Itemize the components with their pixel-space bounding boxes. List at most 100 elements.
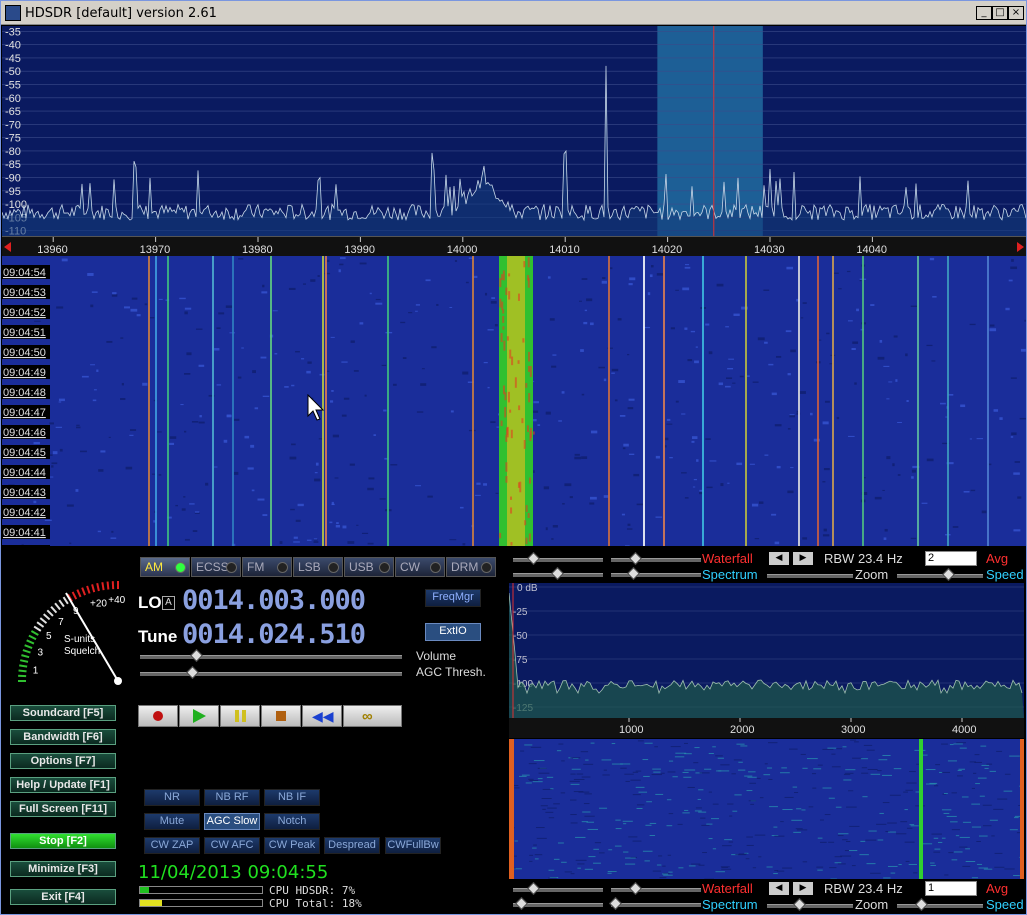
af-slider-2[interactable] (611, 558, 701, 562)
agc-threshold-label: AGC Thresh. (416, 665, 486, 679)
db-label: -85 (5, 159, 21, 171)
squelch-label: Squelch (64, 646, 100, 657)
af-b-left-arrow-icon[interactable]: ◀ (769, 882, 789, 895)
af-zoom-slider[interactable] (767, 574, 853, 578)
volume-thumb[interactable] (190, 649, 203, 662)
smeter-scale-label: 7 (58, 617, 64, 628)
mode-ecss-button[interactable]: ECSS (191, 557, 241, 577)
mode-lsb-button[interactable]: LSB (293, 557, 343, 577)
af-slider-4[interactable] (611, 573, 701, 577)
side-button-exit[interactable]: Exit [F4] (10, 889, 116, 905)
mode-led-icon (379, 562, 390, 573)
mode-cw-button[interactable]: CW (395, 557, 445, 577)
agc-threshold-thumb[interactable] (186, 666, 199, 679)
pause-button[interactable] (220, 705, 260, 727)
agc-threshold-slider[interactable] (140, 672, 402, 676)
rf-waterfall[interactable]: 09:04:54 09:04:53 09:04:52 09:04:51 09:04:50… (2, 256, 1026, 546)
af-b-thumb-4[interactable] (609, 897, 622, 910)
af-right-arrow-icon[interactable]: ▶ (793, 552, 813, 565)
play-button[interactable] (179, 705, 219, 727)
dsp-despread-button[interactable]: Despread (324, 837, 380, 854)
af-thumb-3[interactable] (551, 567, 564, 580)
lo-a-badge[interactable]: A (162, 596, 175, 610)
af-avg-select[interactable]: 2 (925, 551, 977, 566)
af-b-zoom-thumb[interactable] (793, 898, 806, 911)
waterfall-timestamp: 09:04:43 (3, 487, 46, 499)
af-spectrum-label: Spectrum (702, 567, 758, 582)
side-button-help[interactable]: Help / Update [F1] (10, 777, 116, 793)
mode-led-icon (481, 562, 492, 573)
dsp-notch-button[interactable]: Notch (264, 813, 320, 830)
freqmgr-button[interactable]: FreqMgr (425, 589, 481, 607)
af-b-rbw-label: RBW 23.4 Hz (824, 881, 903, 896)
volume-slider[interactable] (140, 655, 402, 659)
side-button-soundcard[interactable]: Soundcard [F5] (10, 705, 116, 721)
af-freq-label: 1000 (619, 724, 643, 736)
mode-fm-button[interactable]: FM (242, 557, 292, 577)
side-button-stop[interactable]: Stop [F2] (10, 833, 116, 849)
waterfall-timestamp: 09:04:51 (3, 327, 46, 339)
af-thumb-1[interactable] (527, 552, 540, 565)
smeter-scale-label: 5 (46, 631, 52, 642)
cpu-total-text: CPU Total: 18% (269, 897, 362, 910)
af-thumb-4[interactable] (627, 567, 640, 580)
af-b-speed-thumb[interactable] (915, 898, 928, 911)
waterfall-carrier (862, 256, 864, 546)
mode-am-button[interactable]: AM (140, 557, 190, 577)
mode-usb-button[interactable]: USB (344, 557, 394, 577)
af-b-thumb-3[interactable] (515, 897, 528, 910)
dsp-mute-button[interactable]: Mute (144, 813, 200, 830)
dsp-cw-afc-button[interactable]: CW AFC (204, 837, 260, 854)
tune-frequency[interactable]: 0014.024.510 (182, 619, 366, 650)
dsp-nr-button[interactable]: NR (144, 789, 200, 806)
title-bar[interactable]: HDSDR [default] version 2.61 _ □ × (1, 1, 1026, 25)
af-b-right-arrow-icon[interactable]: ▶ (793, 882, 813, 895)
af-panel: Waterfall ◀ ▶ RBW 23.4 Hz 2 Avg Spectrum… (507, 549, 1026, 914)
dsp-cw-zap-button[interactable]: CW ZAP (144, 837, 200, 854)
af-db-label: 0 dB (517, 583, 538, 594)
af-waterfall[interactable] (509, 739, 1024, 879)
af-db-label: -25 (513, 607, 528, 618)
mode-drm-button[interactable]: DRM (446, 557, 496, 577)
frequency-scale[interactable]: 13960 13970 13980 13990 14000 14010 14020 14030… (2, 236, 1026, 256)
loop-icon: ∞ (362, 708, 373, 725)
af-b-zoom-slider[interactable] (767, 904, 853, 908)
close-button[interactable]: × (1008, 6, 1024, 20)
rf-spectrum-display[interactable]: -35 -40 -45 -50 -55 -60 -65 -70 -75 -80 -85 -90 -95-… (2, 26, 1026, 236)
dsp-agc-slow-button[interactable]: AGC Slow (204, 813, 260, 830)
extio-button[interactable]: ExtIO (425, 623, 481, 641)
minimize-button[interactable]: _ (976, 6, 992, 20)
maximize-button[interactable]: □ (992, 6, 1008, 20)
stop-playback-button[interactable] (261, 705, 301, 727)
waterfall-timestamp: 09:04:44 (3, 467, 46, 479)
mode-label: USB (349, 560, 374, 574)
af-b-slider-2[interactable] (611, 888, 701, 892)
record-button[interactable] (138, 705, 178, 727)
af-b-thumb-2[interactable] (629, 882, 642, 895)
rewind-button[interactable]: ◀◀ (302, 705, 342, 727)
af-spectrum[interactable]: 0 dB-25-50-75-100-125 (509, 583, 1024, 718)
side-button-full[interactable]: Full Screen [F11] (10, 801, 116, 817)
side-button-bandwidth[interactable]: Bandwidth [F6] (10, 729, 116, 745)
lo-frequency[interactable]: 0014.003.000 (182, 585, 366, 616)
s-meter: 13579+20+40S-unitsSquelch (18, 581, 126, 685)
side-button-options[interactable]: Options [F7] (10, 753, 116, 769)
lo-label: LO (138, 593, 162, 612)
freq-label: 14000 (447, 244, 478, 256)
af-speed-slider[interactable] (897, 574, 983, 578)
dsp-nb-if-button[interactable]: NB IF (264, 789, 320, 806)
loop-button[interactable]: ∞ (343, 705, 402, 727)
af-b-thumb-1[interactable] (527, 882, 540, 895)
mode-led-icon (328, 562, 339, 573)
db-label: -80 (5, 146, 21, 158)
af-b-slider-4[interactable] (611, 903, 701, 907)
dsp-nb-rf-button[interactable]: NB RF (204, 789, 260, 806)
af-speed-thumb[interactable] (942, 568, 955, 581)
af-b-speed-slider[interactable] (897, 904, 983, 908)
af-b-avg-select[interactable]: 1 (925, 881, 977, 896)
side-button-minimize[interactable]: Minimize [F3] (10, 861, 116, 877)
dsp-cw-peak-button[interactable]: CW Peak (264, 837, 320, 854)
af-left-arrow-icon[interactable]: ◀ (769, 552, 789, 565)
af-thumb-2[interactable] (629, 552, 642, 565)
dsp-cwfullbw-button[interactable]: CWFullBw (385, 837, 441, 854)
